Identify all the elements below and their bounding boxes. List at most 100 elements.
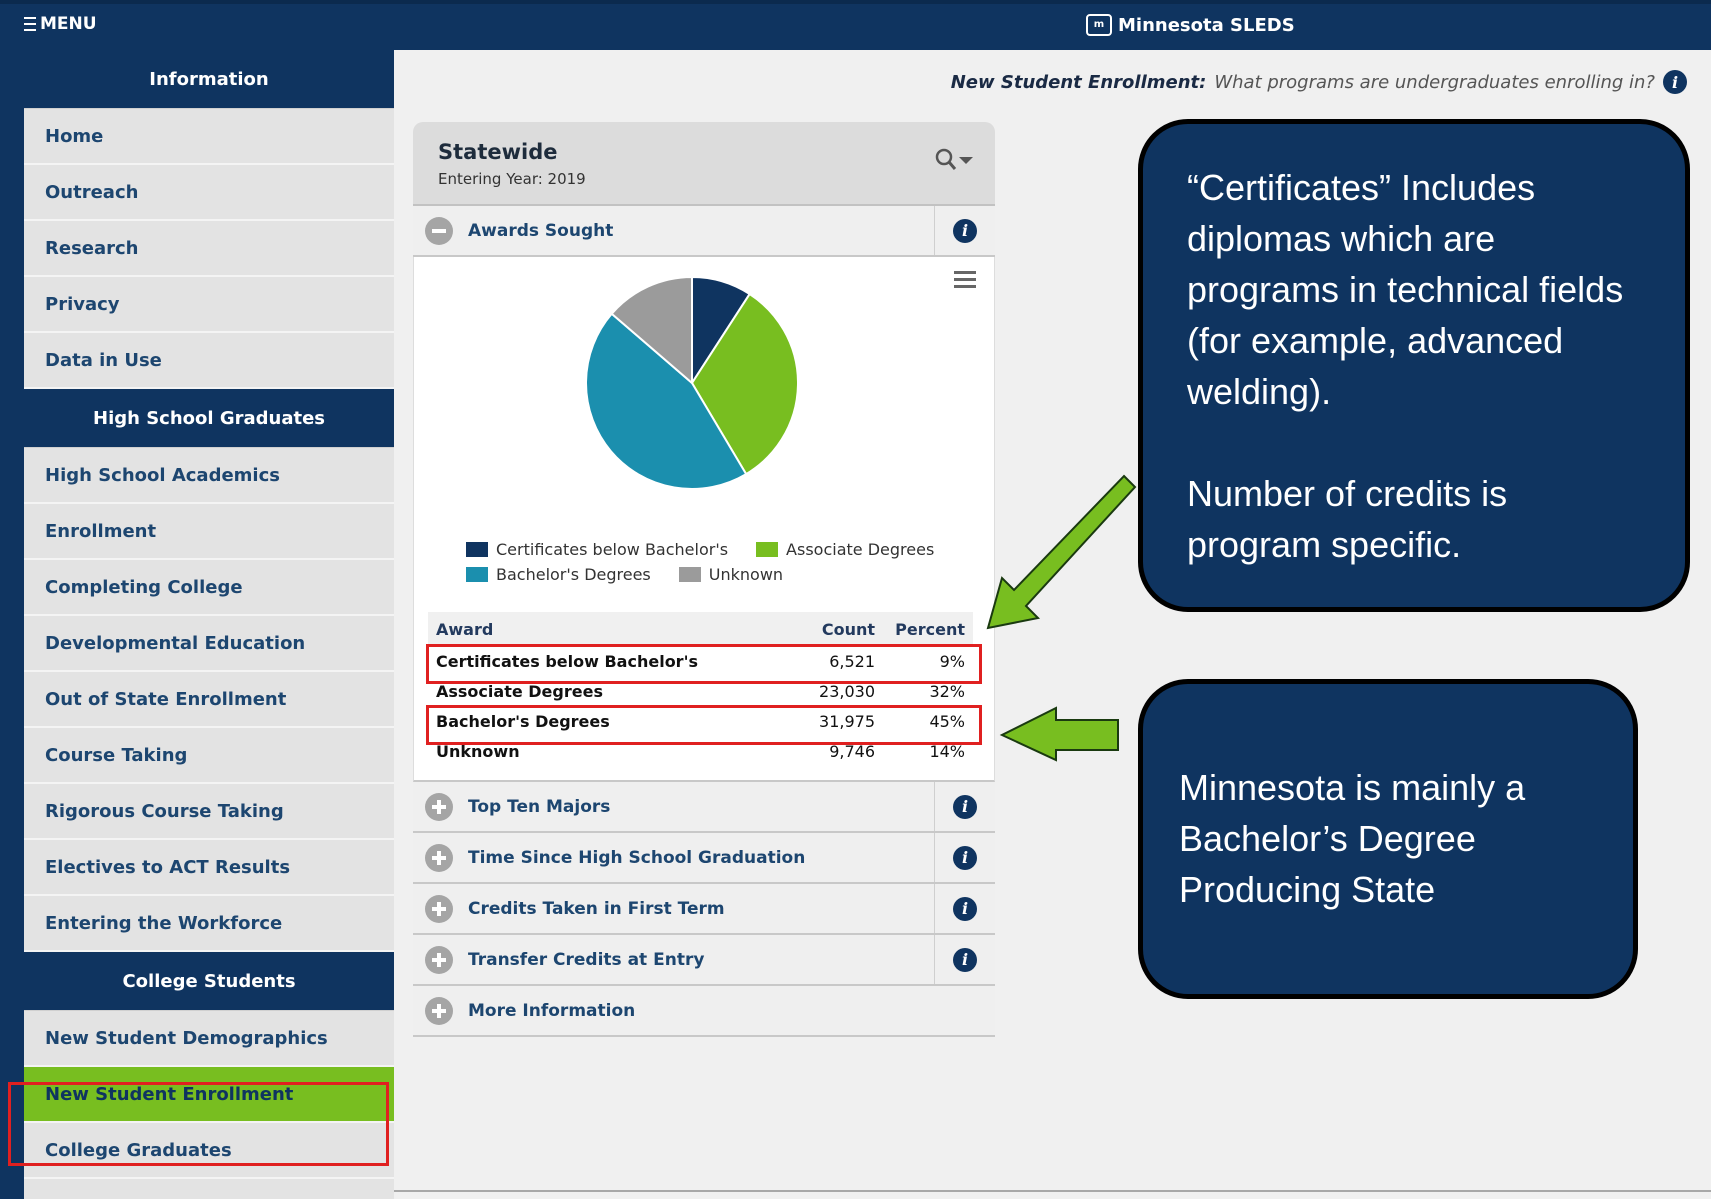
bachelors-callout: Minnesota is mainly a Bachelor’s Degree … <box>1138 679 1638 999</box>
section-credits-taken-in-first-term[interactable]: Credits Taken in First Term i <box>413 884 995 935</box>
info-icon[interactable]: i <box>953 845 977 870</box>
menu-button[interactable]: MENU <box>24 14 97 34</box>
page-question-label: New Student Enrollment: <box>950 71 1207 93</box>
legend-item[interactable]: Associate Degrees <box>756 540 934 559</box>
section-label: More Information <box>468 1000 636 1021</box>
section-time-since-high-school-graduation[interactable]: Time Since High School Graduation i <box>413 833 995 884</box>
legend-label: Bachelor's Degrees <box>496 565 651 584</box>
sidebar-item-rigorous-course-taking[interactable]: Rigorous Course Taking <box>24 784 394 840</box>
award-percent: 9% <box>939 651 965 671</box>
sidebar-item-course-taking[interactable]: Course Taking <box>24 728 394 784</box>
column-header-count: Count <box>777 612 883 646</box>
sidebar-item-data-in-use[interactable]: Data in Use <box>24 333 394 389</box>
section-label: Transfer Credits at Entry <box>468 949 705 970</box>
statewide-panel: Statewide Entering Year: 2019 Awards Sou… <box>413 122 995 1037</box>
award-count: 31,975 <box>819 711 875 731</box>
info-icon[interactable]: i <box>953 218 977 243</box>
table-row: Certificates below Bachelor's 6,521 9% <box>428 646 973 676</box>
legend-label: Certificates below Bachelor's <box>496 540 729 559</box>
arrow-to-bachelors-row <box>999 706 1119 762</box>
sidebar-section-college-students: College Students <box>24 952 394 1011</box>
sidebar-item-college-graduates[interactable]: College Graduates <box>24 1123 394 1179</box>
legend-item[interactable]: Certificates below Bachelor's <box>466 540 728 559</box>
sleds-logo-icon: m <box>1086 14 1112 36</box>
section-label: Time Since High School Graduation <box>468 847 806 868</box>
legend-label: Associate Degrees <box>786 540 935 559</box>
sidebar-item-entering-the-workforce[interactable]: Entering the Workforce <box>24 896 394 952</box>
expand-icon[interactable] <box>425 894 453 923</box>
award-percent: 45% <box>929 711 965 731</box>
award-percent: 14% <box>929 741 965 761</box>
table-row: Bachelor's Degrees 31,975 45% <box>428 706 973 736</box>
hamburger-icon <box>24 17 36 31</box>
info-icon[interactable]: i <box>953 896 977 921</box>
sidebar-item-enrollment[interactable]: Enrollment <box>24 504 394 560</box>
callout-text: Minnesota is mainly a Bachelor’s Degree … <box>1179 767 1526 910</box>
expand-icon[interactable] <box>425 945 453 974</box>
award-name: Bachelor's Degrees <box>436 711 610 731</box>
legend-swatch <box>678 567 701 582</box>
sidebar-item-outreach[interactable]: Outreach <box>24 165 394 221</box>
magnifier-icon <box>935 148 957 170</box>
award-count: 9,746 <box>829 741 875 761</box>
sidebar-item-new-student-enrollment[interactable]: New Student Enrollment <box>24 1067 394 1123</box>
legend-swatch <box>466 567 488 582</box>
award-name: Unknown <box>436 741 520 761</box>
certificates-callout: “Certificates” Includes diplomas which a… <box>1138 119 1690 612</box>
info-icon[interactable]: i <box>1663 70 1687 94</box>
left-strip <box>0 50 24 1199</box>
awards-chart: Certificates below Bachelor's Associate D… <box>413 257 995 782</box>
legend-item[interactable]: Bachelor's Degrees <box>466 565 651 584</box>
expand-icon[interactable] <box>425 996 453 1025</box>
column-header-award: Award <box>428 612 777 646</box>
legend-swatch <box>466 542 488 557</box>
sidebar-item-completing-college[interactable]: Completing College <box>24 560 394 616</box>
brand-name: Minnesota SLEDS <box>1118 14 1295 36</box>
legend-swatch <box>756 542 779 557</box>
sidebar-item-developmental-education[interactable]: Developmental Education <box>24 616 394 672</box>
brand[interactable]: m Minnesota SLEDS <box>1086 14 1295 36</box>
pie-chart <box>585 275 799 490</box>
sidebar-item-home[interactable]: Home <box>24 109 394 165</box>
arrow-to-certificates-row <box>986 474 1137 630</box>
section-awards-sought[interactable]: Awards Sought i <box>413 206 995 257</box>
panel-title: Statewide <box>438 140 558 164</box>
sidebar-item-electives-to-act-results[interactable]: Electives to ACT Results <box>24 840 394 896</box>
sidebar-item-research[interactable]: Research <box>24 221 394 277</box>
section-top-ten-majors[interactable]: Top Ten Majors i <box>413 782 995 833</box>
collapse-icon[interactable] <box>425 216 453 245</box>
expand-icon[interactable] <box>425 792 453 821</box>
menu-label: MENU <box>40 14 97 34</box>
legend-label: Unknown <box>708 565 784 584</box>
panel-subtitle: Entering Year: 2019 <box>438 170 586 188</box>
page-question: New Student Enrollment: What programs ar… <box>951 70 1687 94</box>
sidebar-item-high-school-academics[interactable]: High School Academics <box>24 448 394 504</box>
sidebar-item-out-of-state-enrollment[interactable]: Out of State Enrollment <box>24 672 394 728</box>
sidebar-item-privacy[interactable]: Privacy <box>24 277 394 333</box>
sidebar-item-new-student-demographics[interactable]: New Student Demographics <box>24 1011 394 1067</box>
section-label: Credits Taken in First Term <box>468 898 725 919</box>
expand-icon[interactable] <box>425 843 453 872</box>
table-row: Unknown 9,746 14% <box>428 736 973 766</box>
section-label: Top Ten Majors <box>468 796 611 817</box>
sidebar-section-information: Information <box>24 50 394 109</box>
table-header-row: Award Count Percent <box>428 612 973 646</box>
info-icon[interactable]: i <box>953 794 977 819</box>
section-transfer-credits-at-entry[interactable]: Transfer Credits at Entry i <box>413 935 995 986</box>
callout-text: Number of credits is program specific. <box>1187 473 1508 565</box>
chart-legend: Certificates below Bachelor's Associate D… <box>466 540 946 584</box>
sidebar-nav: Information Home Outreach Research Priva… <box>24 50 394 1199</box>
award-name: Associate Degrees <box>436 681 603 701</box>
panel-header: Statewide Entering Year: 2019 <box>413 122 995 206</box>
award-name: Certificates below Bachelor's <box>436 651 698 671</box>
section-more-information[interactable]: More Information <box>413 986 995 1037</box>
award-percent: 32% <box>929 681 965 701</box>
search-dropdown-button[interactable] <box>935 148 973 172</box>
award-count: 6,521 <box>829 651 875 671</box>
awards-table: Award Count Percent Certificates below B… <box>428 612 973 766</box>
legend-item[interactable]: Unknown <box>678 565 784 584</box>
page-question-text: What programs are undergraduates enrolli… <box>1214 71 1655 93</box>
section-label: Awards Sought <box>468 220 614 241</box>
callout-text: “Certificates” Includes diplomas which a… <box>1187 167 1624 412</box>
info-icon[interactable]: i <box>953 947 977 972</box>
